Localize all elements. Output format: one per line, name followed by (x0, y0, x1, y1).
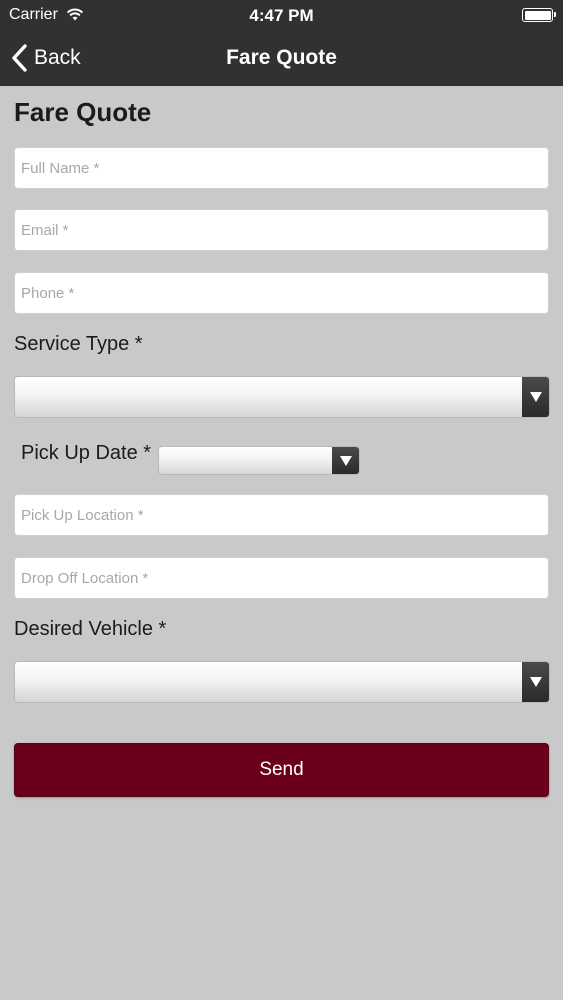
fare-quote-screen: Carrier 4:47 PM Back Fare Quote Fare Quo… (0, 0, 563, 1000)
navigation-bar: Back Fare Quote (0, 30, 563, 86)
service-type-select[interactable] (14, 376, 550, 418)
phone-input[interactable] (14, 272, 549, 314)
pickup-date-select[interactable] (158, 446, 360, 475)
pickup-date-label: Pick Up Date * (21, 442, 152, 464)
dropdown-arrow-icon (332, 447, 359, 474)
pickup-location-input[interactable] (14, 494, 549, 536)
dropoff-location-input[interactable] (14, 557, 549, 599)
dropdown-arrow-icon (522, 662, 549, 702)
email-input[interactable] (14, 209, 549, 251)
status-bar: Carrier 4:47 PM (0, 0, 563, 30)
desired-vehicle-label: Desired Vehicle * (14, 618, 167, 640)
desired-vehicle-select[interactable] (14, 661, 550, 703)
full-name-input[interactable] (14, 147, 549, 189)
clock: 4:47 PM (249, 6, 314, 25)
nav-title: Fare Quote (226, 46, 337, 69)
battery-icon (522, 8, 556, 22)
page-title: Fare Quote (14, 97, 152, 127)
top-bar: Carrier 4:47 PM Back Fare Quote (0, 0, 563, 86)
send-button[interactable]: Send (14, 743, 549, 797)
service-type-label: Service Type * (14, 333, 143, 355)
dropdown-arrow-icon (522, 377, 549, 417)
